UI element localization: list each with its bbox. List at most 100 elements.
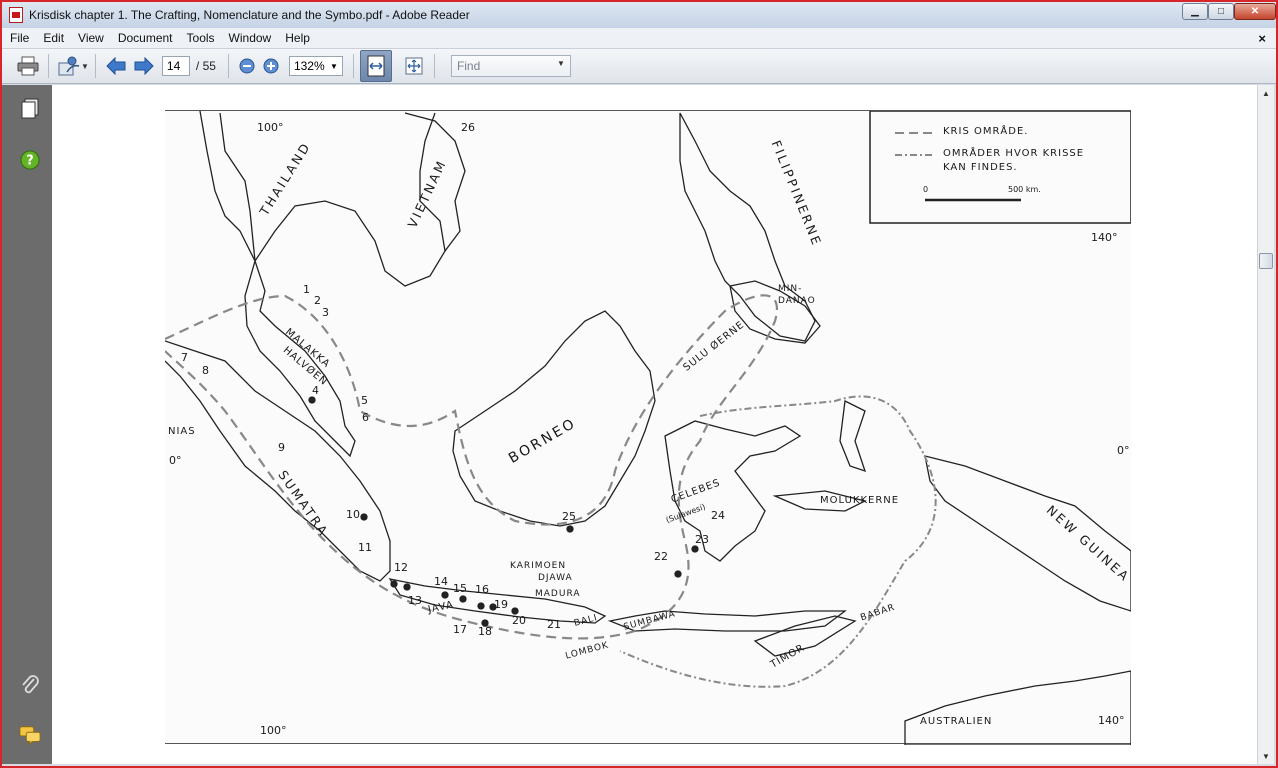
scroll-down-icon[interactable]: ▼ [1258,748,1274,764]
location-number: 16 [475,583,489,596]
toolbar: ▼ 14 / 55 132% ▼ Find ▼ [2,49,1276,84]
legend-where-found-2: KAN FINDES. [943,162,1018,173]
legend-scale-start: 0 [923,185,930,194]
zoom-out-button[interactable] [235,52,259,80]
menu-document[interactable]: Document [111,31,180,45]
degree-label: 140° [1098,714,1125,727]
legend-scale-end: 500 km. [1008,185,1041,194]
toolbar-separator [352,54,354,78]
label-australien: AUSTRALIEN [920,716,993,727]
pages-icon[interactable] [19,98,41,120]
location-dot [360,513,368,521]
location-number: 10 [346,508,360,521]
scroll-up-icon[interactable]: ▲ [1258,85,1274,101]
label-nias: NIAS [168,426,196,437]
location-number: 13 [408,594,422,607]
location-number: 19 [494,598,508,611]
comments-icon[interactable] [19,724,41,746]
close-document-button[interactable]: × [1258,31,1266,46]
maximize-button[interactable]: □ [1208,3,1234,20]
vertical-scrollbar[interactable]: ▲ ▼ [1257,85,1274,764]
print-button[interactable] [14,52,42,80]
location-dot [441,591,449,599]
page-number-input[interactable]: 14 [161,56,190,76]
zoom-out-icon [239,58,255,74]
menu-window[interactable]: Window [222,31,279,45]
degree-label: 0° [169,454,182,467]
close-button[interactable]: ✕ [1234,3,1276,20]
degree-label: 100° [257,121,284,134]
navigation-panel: ? [2,85,52,764]
zoom-in-button[interactable] [259,52,283,80]
menu-help[interactable]: Help [278,31,317,45]
fit-width-button[interactable] [359,50,392,82]
location-number: 25 [562,510,576,523]
label-molukkerne: MOLUKKERNE [820,495,900,506]
toolbar-separator [227,54,229,78]
coastline-halmahera [839,400,867,473]
fit-width-icon [367,55,385,77]
chevron-down-icon[interactable]: ▼ [330,62,338,71]
location-dot [403,583,411,591]
degree-label: 0° [1117,444,1130,457]
coastline-mainland [199,111,356,458]
map-drawing [165,111,1131,745]
coastline-borneo [452,310,656,527]
next-page-button[interactable] [130,52,158,80]
menu-tools[interactable]: Tools [180,31,222,45]
location-dot [390,580,398,588]
title-bar: Krisdisk chapter 1. The Crafting, Nomenc… [2,2,1276,28]
zoom-level-input[interactable]: 132% ▼ [288,56,343,76]
fit-page-button[interactable] [400,52,428,80]
minimize-button[interactable]: ▁ [1182,3,1208,20]
coastline-philippines [679,112,816,342]
kris-area-boundary [165,294,778,640]
collaborate-button[interactable] [55,52,83,80]
acrobat-window: Krisdisk chapter 1. The Crafting, Nomenc… [0,0,1278,768]
coastline-sumatra [165,340,391,582]
label-madura: MADURA [535,589,581,599]
menu-edit[interactable]: Edit [36,31,71,45]
location-number: 5 [361,394,368,407]
document-view[interactable]: KRIS OMRÅDE. OMRÅDER HVOR KRISSE KAN FIN… [52,85,1257,764]
chevron-down-icon[interactable]: ▼ [81,62,89,71]
label-mindanao-2: DANAO [778,296,816,306]
location-number: 26 [461,121,475,134]
attachments-icon[interactable] [19,674,41,696]
location-number: 14 [434,575,448,588]
location-number: 1 [303,283,310,296]
location-dot [674,570,682,578]
previous-page-button[interactable] [102,52,130,80]
zoom-level-value: 132% [293,59,325,73]
svg-text:?: ? [26,154,34,169]
location-number: 7 [181,351,188,364]
degree-label: 100° [260,724,287,737]
find-input[interactable]: Find ▼ [450,55,571,77]
help-icon[interactable]: ? [19,149,41,171]
toolbar-separator [433,54,435,78]
page-total: / 55 [195,59,216,73]
coastline-australia [904,670,1131,745]
location-number: 17 [453,623,467,636]
label-mindanao-1: MIN- [778,284,803,294]
scrollbar-thumb[interactable] [1259,253,1273,269]
pdf-app-icon [9,7,23,23]
location-number: 2 [314,294,321,307]
location-number: 24 [711,509,725,522]
location-dot [459,595,467,603]
arrow-left-icon [106,57,126,75]
label-karimoen-1: KARIMOEN [510,561,567,571]
location-number: 22 [654,550,668,563]
legend-kris-area: KRIS OMRÅDE. [943,126,1029,137]
degree-label: 140° [1091,231,1118,244]
location-number: 12 [394,561,408,574]
find-placeholder: Find [456,59,481,73]
menu-view[interactable]: View [71,31,111,45]
coastline-mindanao [729,280,821,344]
location-number: 9 [278,441,285,454]
chevron-down-icon[interactable]: ▼ [557,59,565,73]
share-icon [58,56,80,76]
label-karimoen-2: DJAWA [538,573,573,583]
menu-file[interactable]: File [3,31,36,45]
menu-bar: File Edit View Document Tools Window Hel… [2,28,1276,49]
